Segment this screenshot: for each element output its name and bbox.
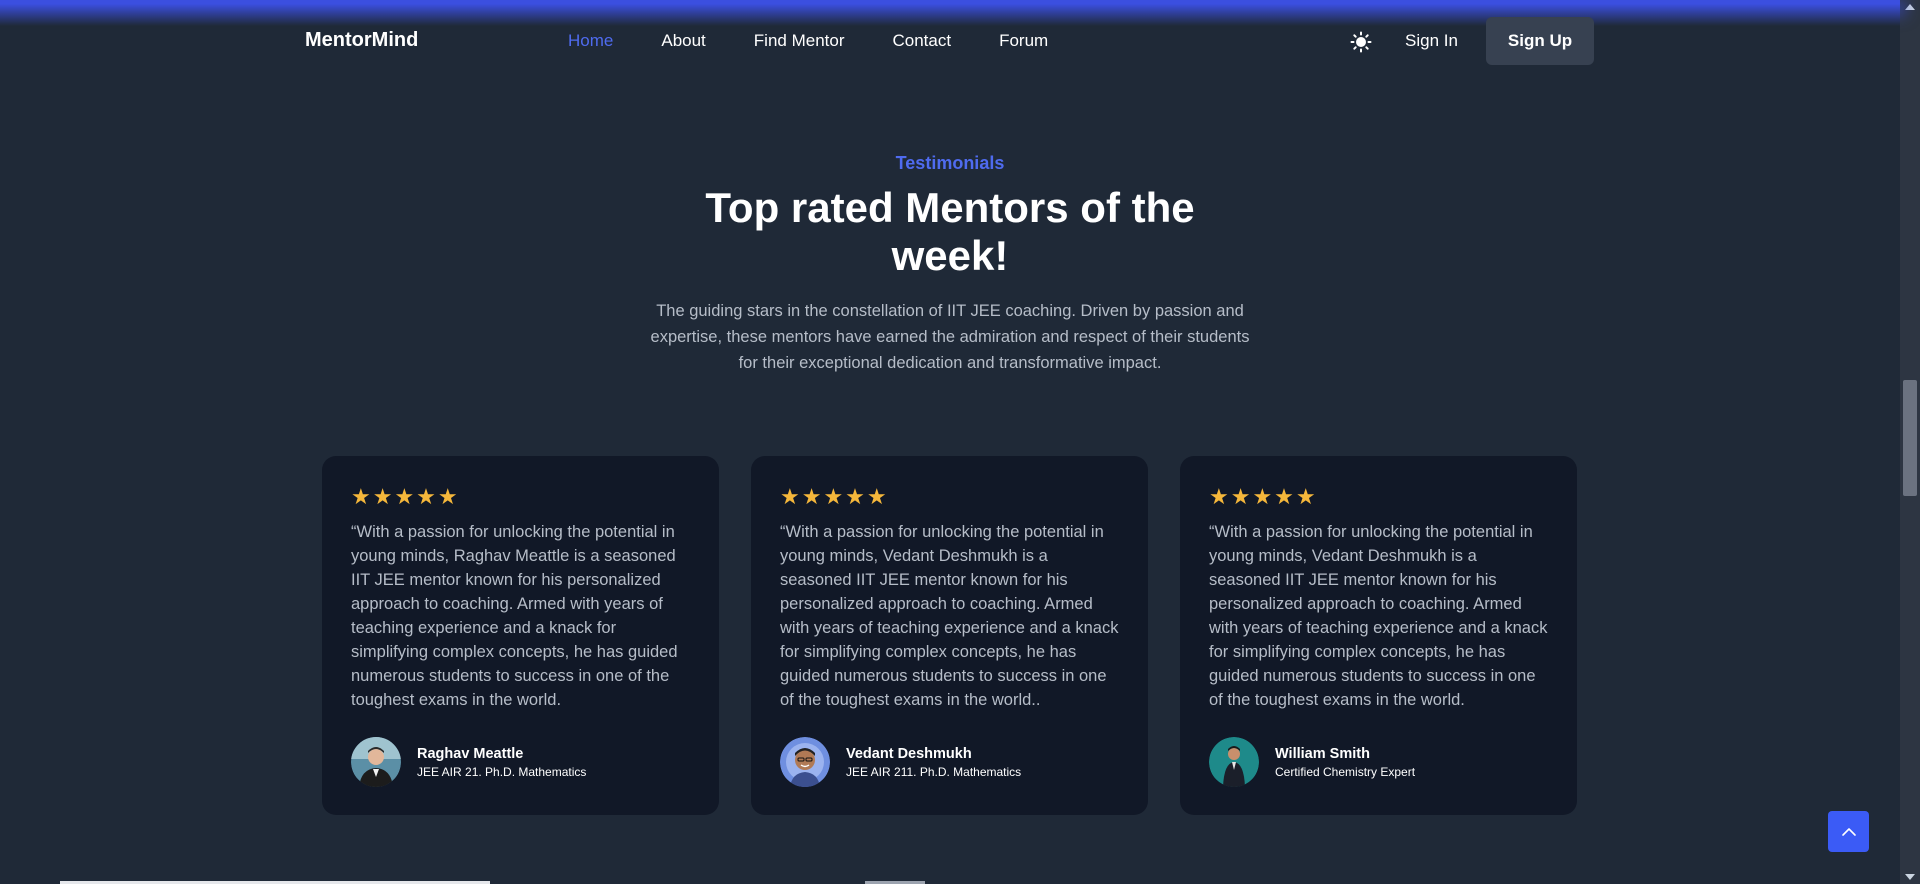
testimonial-card: ★★★★★ “With a passion for unlocking the … [1180,456,1577,815]
avatar [1209,737,1259,787]
testimonial-author: William Smith Certified Chemistry Expert [1209,737,1415,787]
section-eyebrow: Testimonials [895,153,1005,173]
nav-link-about[interactable]: About [661,31,705,51]
chevron-up-icon [1841,827,1856,836]
sign-up-button[interactable]: Sign Up [1486,17,1594,65]
scrollbar-thumb[interactable] [1903,380,1917,496]
star-rating: ★★★★★ [351,484,460,509]
section-title: Top rated Mentors of the week! [705,184,1195,279]
author-title: JEE AIR 21. Ph.D. Mathematics [417,764,587,779]
avatar [780,737,830,787]
testimonial-cards: ★★★★★ “With a passion for unlocking the … [322,456,1577,815]
page-scrollbar[interactable] [1900,0,1920,884]
author-title: Certified Chemistry Expert [1275,764,1416,779]
testimonial-quote: “With a passion for unlocking the potent… [1209,523,1548,709]
star-rating: ★★★★★ [1209,484,1318,509]
section-description: The guiding stars in the constellation o… [650,302,1250,372]
scroll-down-arrow-icon[interactable] [1905,874,1915,880]
author-title: JEE AIR 211. Ph.D. Mathematics [846,764,1022,779]
star-rating: ★★★★★ [780,484,889,509]
sun-icon [1350,31,1372,53]
testimonial-author: Raghav Meattle JEE AIR 21. Ph.D. Mathema… [351,737,586,787]
testimonial-quote: “With a passion for unlocking the potent… [351,523,678,709]
nav-links: Home About Find Mentor Contact Forum [568,31,1048,51]
author-name: Vedant Deshmukh [846,745,972,762]
mentor-photo-icon [780,737,830,787]
author-name: Raghav Meattle [417,745,524,762]
brand-logo[interactable]: MentorMind [305,29,418,52]
testimonial-author: Vedant Deshmukh JEE AIR 211. Ph.D. Mathe… [780,737,1021,787]
testimonial-card: ★★★★★ “With a passion for unlocking the … [322,456,719,815]
avatar [351,737,401,787]
nav-link-find-mentor[interactable]: Find Mentor [754,31,845,51]
nav-link-forum[interactable]: Forum [999,31,1048,51]
back-to-top-button[interactable] [1828,811,1869,852]
testimonial-card: ★★★★★ “With a passion for unlocking the … [751,456,1148,815]
mentor-photo-icon [1209,737,1259,787]
nav-link-home[interactable]: Home [568,31,613,51]
theme-toggle-button[interactable] [1350,31,1372,53]
sign-in-link[interactable]: Sign In [1405,31,1458,51]
mentor-photo-icon [351,737,401,787]
testimonial-quote: “With a passion for unlocking the potent… [780,523,1119,709]
navbar: MentorMind Home About Find Mentor Contac… [0,4,1900,76]
author-name: William Smith [1275,745,1370,762]
scroll-up-arrow-icon[interactable] [1905,4,1915,10]
nav-link-contact[interactable]: Contact [893,31,952,51]
